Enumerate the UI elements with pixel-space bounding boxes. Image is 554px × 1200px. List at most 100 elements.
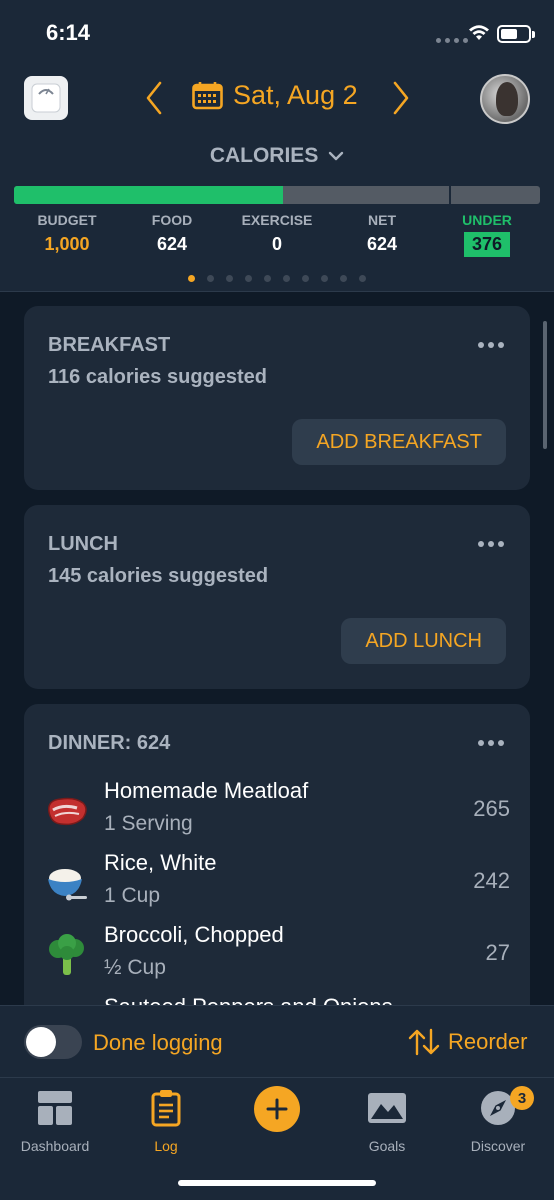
budget-divider: [449, 186, 451, 204]
tab-label: Dashboard: [20, 1138, 90, 1154]
meal-list[interactable]: BREAKFAST 116 calories suggested ADD BRE…: [0, 293, 554, 1005]
page-dot[interactable]: [188, 275, 195, 282]
date-selector[interactable]: Sat, Aug 2: [192, 80, 358, 111]
clipboard-icon: [111, 1086, 221, 1130]
lunch-card: LUNCH 145 calories suggested ADD LUNCH: [24, 505, 530, 689]
tab-log[interactable]: Log: [111, 1086, 221, 1154]
nutrient-selector-label: CALORIES: [209, 144, 319, 167]
meal-title: DINNER: 624: [48, 732, 171, 754]
reorder-label: Reorder: [448, 1029, 528, 1054]
tab-goals[interactable]: Goals: [332, 1086, 442, 1154]
stat-label: UNDER: [462, 212, 512, 228]
avatar[interactable]: [480, 74, 530, 124]
calendar-icon: [192, 82, 223, 110]
stat-food: FOOD 624: [117, 212, 227, 255]
next-day-icon[interactable]: [392, 80, 410, 116]
page-dot[interactable]: [226, 275, 233, 282]
add-entry-button[interactable]: [254, 1086, 300, 1132]
stat-value: 0: [271, 234, 282, 254]
more-options-icon[interactable]: [478, 342, 504, 348]
page-dot[interactable]: [340, 275, 347, 282]
steak-icon: [44, 788, 90, 834]
more-options-icon[interactable]: [478, 541, 504, 547]
food-name: Broccoli, Chopped: [104, 922, 284, 947]
stat-value: 376: [463, 232, 511, 257]
breakfast-card: BREAKFAST 116 calories suggested ADD BRE…: [24, 306, 530, 490]
dinner-card: DINNER: 624 Homemade Meatloaf 1 Serving …: [24, 704, 530, 1005]
stat-label: FOOD: [151, 212, 193, 228]
food-quantity: 1 Cup: [104, 884, 161, 907]
broccoli-icon: [44, 932, 90, 978]
weigh-in-button[interactable]: [24, 76, 68, 120]
stat-budget: BUDGET 1,000: [12, 212, 122, 255]
food-entry[interactable]: Sauteed Peppers and Onions: [44, 994, 510, 1005]
meal-suggestion: 116 calories suggested: [48, 366, 268, 388]
tab-discover[interactable]: Discover: [443, 1086, 553, 1154]
food-calories: 27: [485, 940, 510, 965]
page-dot[interactable]: [245, 275, 252, 282]
status-bar: 6:14: [0, 0, 554, 70]
goals-icon: [332, 1086, 442, 1130]
scrollbar[interactable]: [543, 321, 547, 449]
food-calories: 265: [473, 796, 510, 821]
tab-label: Log: [154, 1138, 178, 1154]
chevron-down-icon: [328, 151, 344, 161]
reorder-button[interactable]: Reorder: [408, 1028, 527, 1056]
current-date: Sat, Aug 2: [233, 80, 358, 110]
meal-title: LUNCH: [48, 533, 118, 555]
cellular-signal-icon: [436, 38, 468, 43]
page-dot[interactable]: [359, 275, 366, 282]
stat-value: 624: [366, 234, 398, 254]
tab-dashboard[interactable]: Dashboard: [0, 1086, 110, 1154]
stat-value: 1,000: [44, 234, 90, 254]
food-name: Sauteed Peppers and Onions: [104, 994, 393, 1005]
stat-under: UNDER 376: [432, 212, 542, 257]
reorder-icon: [408, 1028, 440, 1056]
plus-icon: [266, 1098, 288, 1120]
food-quantity: 1 Serving: [104, 812, 193, 835]
status-time: 6:14: [46, 20, 91, 45]
food-quantity: ½ Cup: [104, 956, 166, 979]
page-dot[interactable]: [264, 275, 271, 282]
calorie-progress-fill: [14, 186, 284, 204]
page-dot[interactable]: [207, 275, 214, 282]
page-dot[interactable]: [321, 275, 328, 282]
done-logging-label[interactable]: Done logging: [93, 1030, 223, 1056]
stat-label: EXERCISE: [241, 212, 313, 228]
stat-net: NET 624: [327, 212, 437, 255]
stat-label: NET: [368, 212, 396, 228]
notification-badge: 3: [510, 1086, 534, 1110]
calorie-stats: BUDGET 1,000 FOOD 624 EXERCISE 0 NET 624…: [0, 212, 554, 262]
more-options-icon[interactable]: [478, 740, 504, 746]
home-indicator[interactable]: [178, 1180, 376, 1186]
food-name: Homemade Meatloaf: [104, 778, 309, 803]
previous-day-icon[interactable]: [145, 80, 163, 116]
nutrient-selector[interactable]: CALORIES: [0, 144, 554, 168]
calorie-progress-bar: [14, 186, 540, 204]
food-calories: 242: [473, 868, 510, 893]
wifi-icon: [469, 25, 489, 40]
scale-icon: [31, 83, 61, 113]
battery-icon: [497, 25, 535, 43]
stat-value: 624: [156, 234, 188, 254]
food-entry[interactable]: Homemade Meatloaf 1 Serving 265: [44, 778, 510, 842]
meal-title: BREAKFAST: [48, 334, 171, 356]
page-dot[interactable]: [283, 275, 290, 282]
stat-exercise: EXERCISE 0: [222, 212, 332, 255]
tab-label: Goals: [368, 1138, 406, 1154]
done-logging-toggle[interactable]: [24, 1025, 82, 1059]
done-logging-bar: Done logging Reorder: [0, 1005, 554, 1077]
compass-icon: [443, 1086, 553, 1130]
meal-suggestion: 145 calories suggested: [48, 565, 269, 587]
rice-bowl-icon: [44, 860, 90, 906]
add-breakfast-button[interactable]: ADD BREAKFAST: [292, 419, 506, 465]
page-indicator[interactable]: [0, 275, 554, 282]
food-name: Rice, White: [104, 850, 217, 875]
stat-label: BUDGET: [37, 212, 97, 228]
add-lunch-button[interactable]: ADD LUNCH: [341, 618, 506, 664]
page-dot[interactable]: [302, 275, 309, 282]
food-entry[interactable]: Rice, White 1 Cup 242: [44, 850, 510, 914]
food-entry[interactable]: Broccoli, Chopped ½ Cup 27: [44, 922, 510, 986]
dashboard-icon: [0, 1086, 110, 1130]
tab-label: Discover: [470, 1138, 526, 1154]
